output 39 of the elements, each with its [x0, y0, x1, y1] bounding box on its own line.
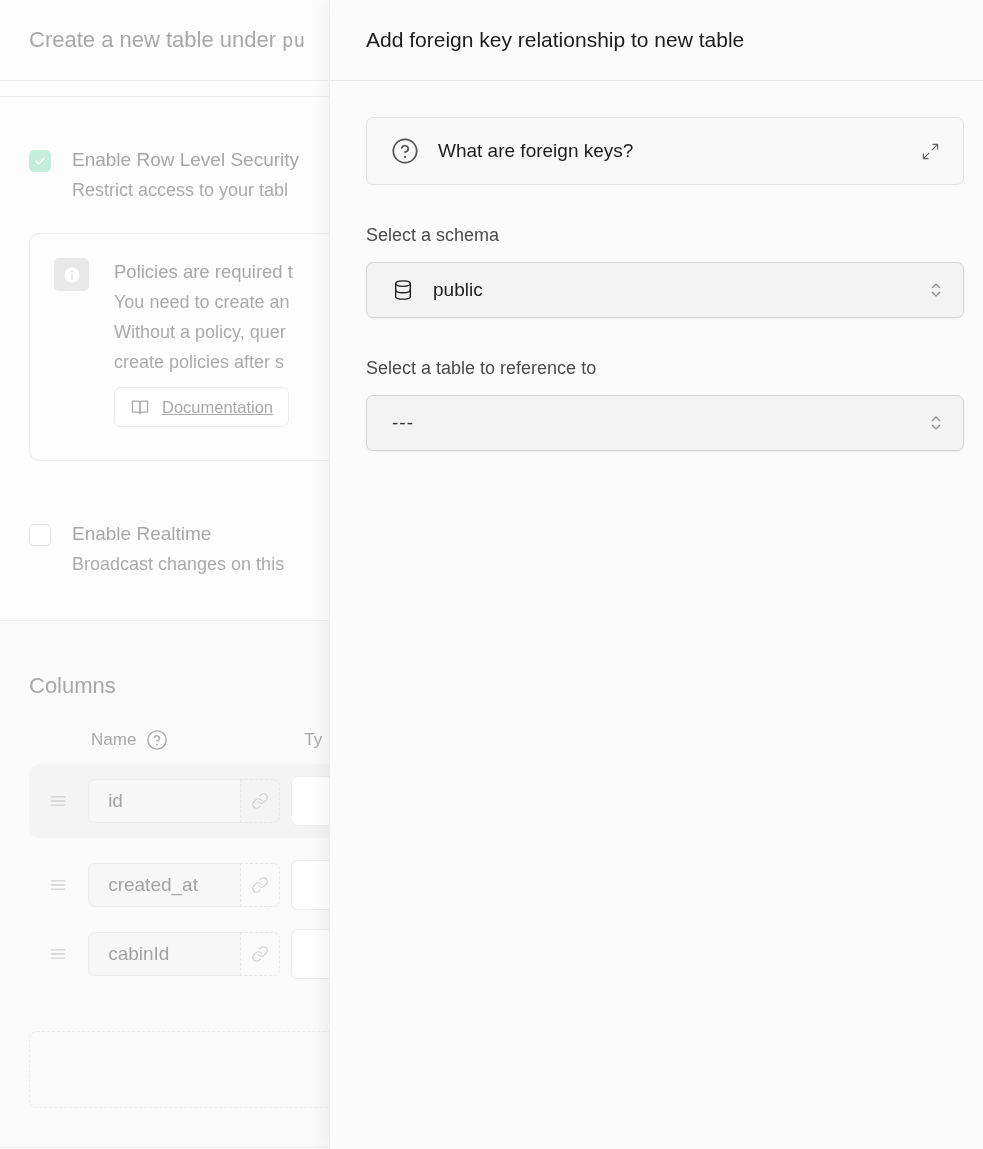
schema-name: pu	[282, 29, 305, 51]
column-name-field[interactable]: created_at	[88, 863, 240, 907]
link-icon	[251, 792, 270, 810]
link-button[interactable]	[239, 932, 281, 976]
info-icon	[54, 258, 89, 291]
checkbox[interactable]	[29, 524, 51, 546]
option-label: Enable Realtime	[72, 523, 213, 545]
type-field[interactable]	[291, 860, 329, 910]
table-select[interactable]: ---	[366, 395, 964, 451]
field-label: Select a schema	[366, 225, 501, 246]
link-icon	[251, 876, 270, 894]
column-header: Name	[91, 730, 137, 750]
notice-text: You need to create an	[114, 291, 291, 314]
link-button[interactable]	[239, 779, 281, 823]
page-title: Create a new table under	[29, 27, 277, 53]
help-icon	[391, 137, 419, 165]
field-label: Select a table to reference to	[366, 358, 598, 379]
help-icon	[146, 729, 169, 751]
link-icon	[251, 945, 270, 963]
notice-text: create policies after s	[114, 351, 286, 374]
option-description: Broadcast changes on this	[72, 553, 285, 575]
notice-text: Without a policy, quer	[114, 321, 287, 344]
expand-icon	[921, 141, 940, 161]
column-name-field[interactable]: cabinId	[88, 932, 240, 976]
option-description: Restrict access to your tabl	[72, 179, 290, 201]
column-name-field[interactable]: id	[88, 779, 240, 823]
panel-title: Add foreign key relationship to new table	[330, 0, 983, 81]
notice-title: Policies are required t	[114, 260, 293, 284]
foreign-keys-help[interactable]: What are foreign keys?	[366, 117, 964, 185]
link-button[interactable]	[239, 863, 281, 907]
database-icon	[392, 279, 414, 301]
schema-select[interactable]: public	[366, 262, 964, 318]
type-field[interactable]	[291, 776, 329, 826]
type-field[interactable]	[291, 929, 329, 979]
checkbox[interactable]	[29, 150, 51, 172]
column-header: Ty	[304, 730, 323, 750]
option-label: Enable Row Level Security	[72, 149, 300, 171]
documentation-link[interactable]: Documentation	[114, 387, 289, 427]
section-title: Columns	[29, 673, 117, 699]
